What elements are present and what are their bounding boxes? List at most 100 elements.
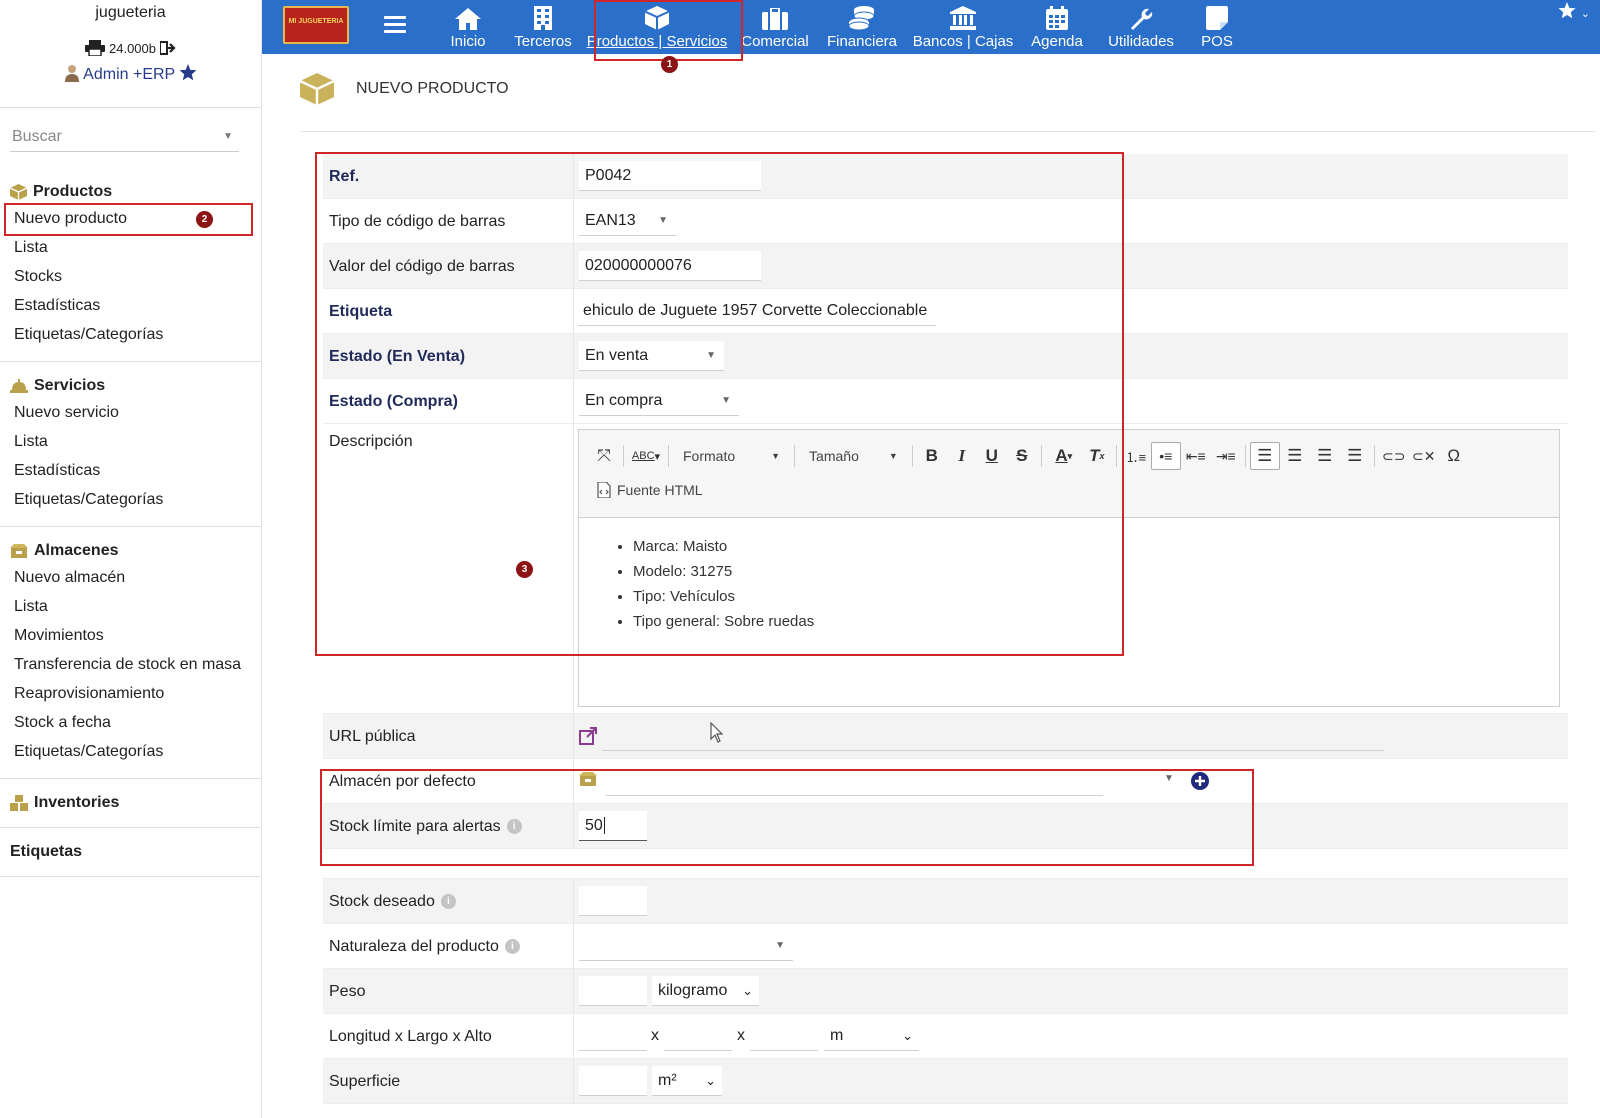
nav-productos-servicios[interactable]: Productos | Servicios: [584, 0, 730, 54]
align-left-icon[interactable]: ☰: [1249, 442, 1280, 470]
menu-item-lista[interactable]: Lista: [0, 427, 261, 456]
indent-icon[interactable]: ⇥≡: [1211, 442, 1241, 470]
nav-pos[interactable]: POS: [1192, 0, 1242, 54]
estado-venta-select[interactable]: En venta ▼: [579, 341, 724, 371]
longitud-input[interactable]: [579, 1021, 647, 1051]
company-logo[interactable]: MI JUGUETERIA: [283, 6, 349, 44]
menu-title-etiquetas[interactable]: Etiquetas: [0, 840, 261, 864]
info-icon[interactable]: i: [440, 894, 456, 910]
naturaleza-select[interactable]: ▼: [579, 931, 793, 961]
ref-input[interactable]: P0042: [579, 161, 761, 191]
nav-bancos-cajas[interactable]: Bancos | Cajas: [910, 0, 1016, 54]
peso-input[interactable]: [579, 976, 647, 1006]
menu-item-nuevo-producto[interactable]: Nuevo producto: [0, 204, 261, 233]
menu-productos: Productos Nuevo producto Lista Stocks Es…: [0, 168, 261, 362]
estado-compra-select[interactable]: En compra ▼: [579, 386, 739, 416]
external-link-icon[interactable]: [579, 727, 597, 745]
menu-item-etiquetas-categorias[interactable]: Etiquetas/Categorías: [0, 320, 261, 349]
superficie-input[interactable]: [579, 1066, 647, 1096]
chevron-down-icon: ⌄: [902, 1028, 913, 1043]
menu-item-etiquetas-categorias[interactable]: Etiquetas/Categorías: [0, 737, 261, 766]
bold-icon[interactable]: B: [917, 442, 947, 470]
nav-inicio[interactable]: Inicio: [438, 0, 498, 54]
superficie-unit-select[interactable]: m² ⌄: [652, 1066, 722, 1096]
menu-item-lista[interactable]: Lista: [0, 592, 261, 621]
format-dropdown[interactable]: Formato ▼: [673, 442, 790, 470]
menu-item-etiquetas-categorias[interactable]: Etiquetas/Categorías: [0, 485, 261, 514]
menu-item-stocks[interactable]: Stocks: [0, 262, 261, 291]
menu-title-productos[interactable]: Productos: [0, 180, 261, 204]
star-icon[interactable]: [179, 64, 197, 81]
nav-financiera[interactable]: Financiera: [820, 0, 904, 54]
link-icon[interactable]: ⊂⊃: [1379, 442, 1409, 470]
peso-unit-select[interactable]: kilogramo ⌄: [652, 976, 759, 1006]
etiqueta-input[interactable]: ehiculo de Juguete 1957 Corvette Colecci…: [578, 296, 936, 326]
search-placeholder: Buscar: [12, 128, 62, 145]
italic-icon[interactable]: I: [947, 442, 977, 470]
estado-venta-label: Estado (En Venta): [329, 348, 466, 365]
alto-input[interactable]: [750, 1021, 818, 1051]
peso-unit-value: kilogramo: [658, 982, 728, 999]
info-icon[interactable]: i: [506, 819, 522, 835]
spellcheck-icon[interactable]: ABC ▾: [628, 442, 664, 470]
nav-comercial[interactable]: Comercial: [738, 0, 812, 54]
nav-utilidades[interactable]: Utilidades: [1096, 0, 1186, 54]
barcode-value-input[interactable]: 020000000076: [579, 251, 761, 281]
menu-item-reaprovisionamiento[interactable]: Reaprovisionamiento: [0, 679, 261, 708]
almacen-select[interactable]: [606, 766, 1103, 796]
menu-title-label: Productos: [33, 183, 113, 200]
chevron-down-icon[interactable]: ▼: [1164, 773, 1174, 784]
align-center-icon[interactable]: ☰: [1280, 442, 1310, 470]
search-select[interactable]: Buscar ▼: [10, 122, 239, 152]
menu-item-estadisticas[interactable]: Estadísticas: [0, 291, 261, 320]
menu-title-servicios[interactable]: Servicios: [0, 374, 261, 398]
peso-label: Peso: [329, 983, 366, 1000]
text-color-icon[interactable]: A ▾: [1046, 442, 1082, 470]
barcode-type-select[interactable]: EAN13 ▼: [579, 206, 676, 236]
menu-item-nuevo-servicio[interactable]: Nuevo servicio: [0, 398, 261, 427]
row-descripcion: Descripción ⤧ ABC ▾ Formato ▼ Tamaño ▼ B I …: [323, 424, 1568, 714]
info-icon[interactable]: i: [504, 939, 520, 955]
align-right-icon[interactable]: ☰: [1310, 442, 1340, 470]
bookmarks-dropdown[interactable]: ⌄: [1558, 2, 1590, 22]
special-char-icon[interactable]: Ω: [1439, 442, 1469, 470]
strikethrough-icon[interactable]: S: [1007, 442, 1037, 470]
hamburger-menu-icon[interactable]: [384, 16, 406, 34]
description-list: Marca: Maisto Modelo: 31275 Tipo: Vehícu…: [619, 534, 1559, 634]
largo-input[interactable]: [664, 1021, 732, 1051]
menu-item-estadisticas[interactable]: Estadísticas: [0, 456, 261, 485]
coins-icon: [849, 6, 875, 30]
user-line[interactable]: Admin +ERP: [0, 64, 261, 84]
menu-item-nuevo-almacen[interactable]: Nuevo almacén: [0, 563, 261, 592]
nav-terceros[interactable]: Terceros: [508, 0, 578, 54]
stock-limite-input[interactable]: 50: [579, 811, 647, 841]
menu-item-movimientos[interactable]: Movimientos: [0, 621, 261, 650]
add-warehouse-icon[interactable]: [1191, 772, 1209, 790]
menu-item-transferencia[interactable]: Transferencia de stock en masa: [0, 650, 261, 679]
html-source-button[interactable]: Fuente HTML: [597, 482, 703, 498]
logout-icon[interactable]: [158, 41, 176, 55]
page-title: NUEVO PRODUCTO: [356, 80, 509, 97]
menu-title-inventories[interactable]: Inventories: [0, 791, 261, 815]
menu-item-stock-a-fecha[interactable]: Stock a fecha: [0, 708, 261, 737]
outdent-icon[interactable]: ⇤≡: [1181, 442, 1211, 470]
menu-title-almacenes[interactable]: Almacenes: [0, 539, 261, 563]
chevron-down-icon: ⌄: [705, 1073, 716, 1088]
maximize-icon[interactable]: ⤧: [589, 442, 619, 470]
menu-item-lista[interactable]: Lista: [0, 233, 261, 262]
align-justify-icon[interactable]: ☰: [1340, 442, 1370, 470]
nav-label: Bancos | Cajas: [912, 33, 1014, 50]
user-name[interactable]: Admin +ERP: [83, 66, 175, 83]
clear-format-icon[interactable]: Tx: [1082, 442, 1112, 470]
unlink-icon[interactable]: ⊂✕: [1409, 442, 1439, 470]
underline-icon[interactable]: U: [977, 442, 1007, 470]
numbered-list-icon[interactable]: ⒈≡: [1121, 442, 1151, 470]
dim-unit-select[interactable]: m ⌄: [824, 1021, 919, 1051]
bulleted-list-icon[interactable]: •≡: [1150, 442, 1181, 470]
printer-icon[interactable]: [85, 40, 106, 57]
nav-agenda[interactable]: Agenda: [1026, 0, 1088, 54]
stock-deseado-input[interactable]: [579, 886, 647, 916]
size-dropdown[interactable]: Tamaño ▼: [799, 442, 908, 470]
home-icon: [455, 8, 481, 30]
editor-content[interactable]: Marca: Maisto Modelo: 31275 Tipo: Vehícu…: [579, 518, 1559, 634]
